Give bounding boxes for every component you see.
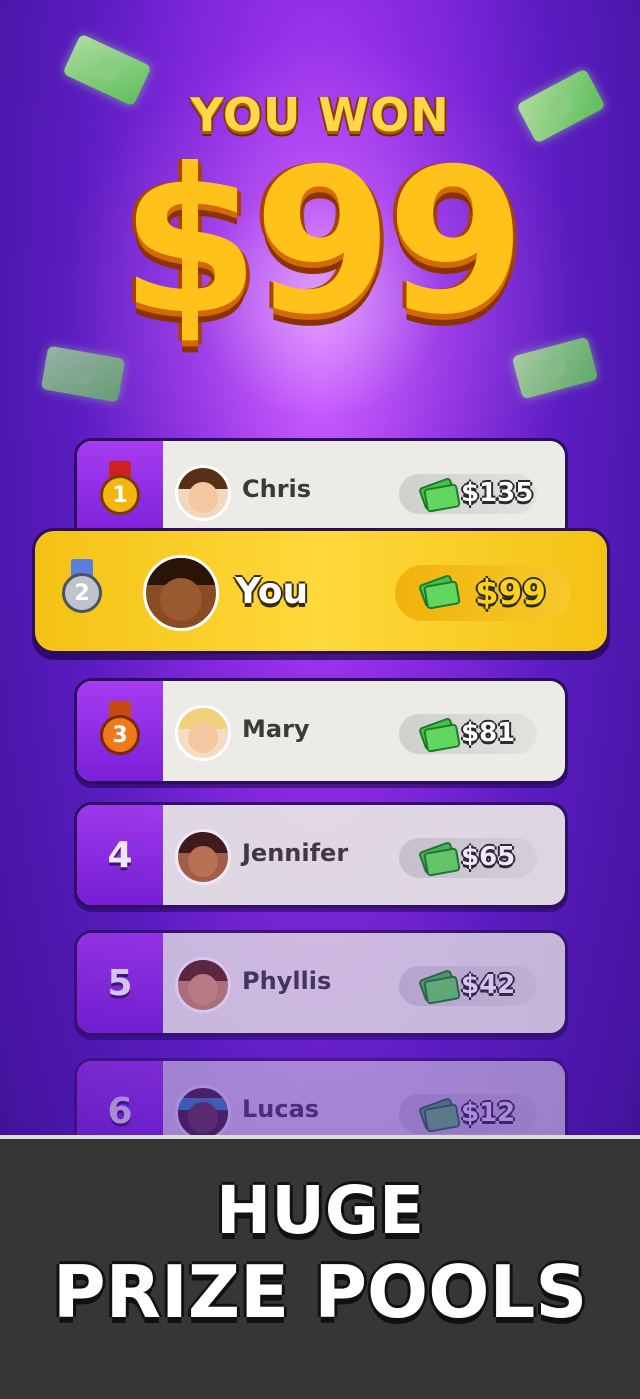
promo-line-2: PRIZE POOLS bbox=[52, 1250, 588, 1334]
prize-amount: $99 bbox=[475, 573, 546, 613]
rank-cell: 4 bbox=[77, 805, 163, 905]
prize-amount: $135 bbox=[461, 478, 534, 508]
cash-stack-icon bbox=[419, 476, 453, 510]
leaderboard-row: 5 Phyllis $42 bbox=[74, 930, 568, 1036]
prize-amount: $42 bbox=[461, 970, 516, 1000]
avatar bbox=[175, 1085, 231, 1141]
prize-pill: $99 bbox=[395, 565, 571, 621]
prize-pill: $81 bbox=[399, 714, 537, 754]
cash-stack-icon bbox=[419, 968, 453, 1002]
cash-stack-icon bbox=[419, 716, 453, 750]
silver-medal-icon: 2 bbox=[59, 559, 105, 619]
avatar bbox=[175, 705, 231, 761]
prize-amount: $12 bbox=[461, 1098, 516, 1128]
player-name: You bbox=[235, 571, 309, 612]
player-name: Chris bbox=[242, 475, 312, 503]
leaderboard-row-you: 2 You $99 bbox=[32, 528, 610, 654]
rank-cell: 1 bbox=[77, 441, 163, 541]
player-name: Phyllis bbox=[242, 967, 332, 995]
avatar bbox=[175, 465, 231, 521]
prize-pill: $12 bbox=[399, 1094, 537, 1134]
cash-stack-icon bbox=[419, 573, 459, 613]
player-name: Jennifer bbox=[242, 839, 349, 867]
player-name: Mary bbox=[242, 715, 310, 743]
leaderboard-row: 4 Jennifer $65 bbox=[74, 802, 568, 908]
gold-medal-icon: 1 bbox=[97, 461, 143, 521]
cash-stack-icon bbox=[419, 1096, 453, 1130]
leaderboard-row: 3 Mary $81 bbox=[74, 678, 568, 784]
player-name: Lucas bbox=[242, 1095, 320, 1123]
won-amount: $99 bbox=[120, 126, 525, 359]
prize-pill: $65 bbox=[399, 838, 537, 878]
prize-pill: $135 bbox=[399, 474, 537, 514]
avatar bbox=[175, 957, 231, 1013]
rank-number: 6 bbox=[107, 1090, 133, 1132]
rank-number: 5 bbox=[107, 962, 133, 1004]
prize-amount: $65 bbox=[461, 842, 516, 872]
prize-amount: $81 bbox=[461, 718, 516, 748]
promo-line-1: HUGE bbox=[215, 1172, 425, 1249]
rank-number: 4 bbox=[107, 834, 133, 876]
avatar bbox=[143, 555, 219, 631]
cash-stack-icon bbox=[419, 840, 453, 874]
rank-cell: 3 bbox=[77, 681, 163, 781]
prize-pill: $42 bbox=[399, 966, 537, 1006]
avatar bbox=[175, 829, 231, 885]
rank-cell: 5 bbox=[77, 933, 163, 1033]
bronze-medal-icon: 3 bbox=[97, 701, 143, 761]
